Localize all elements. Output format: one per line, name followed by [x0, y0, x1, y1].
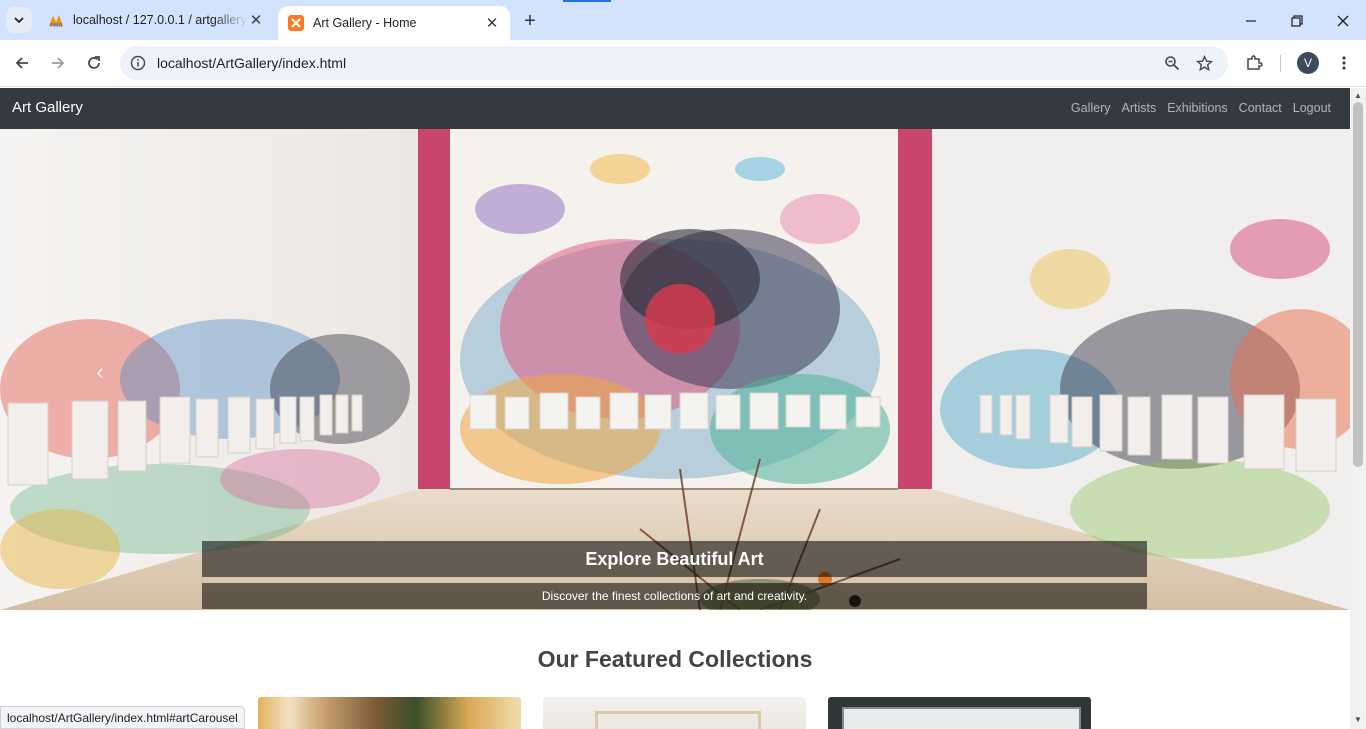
- close-icon: [1337, 15, 1349, 27]
- scroll-up-icon[interactable]: ▲: [1354, 91, 1362, 100]
- profile-avatar[interactable]: V: [1297, 52, 1319, 74]
- nav-link-contact[interactable]: Contact: [1239, 101, 1282, 115]
- new-tab-button[interactable]: +: [519, 10, 541, 32]
- minimize-button[interactable]: [1240, 10, 1262, 32]
- arrow-left-icon: [15, 57, 28, 69]
- site-brand[interactable]: Art Gallery: [12, 99, 83, 116]
- art-carousel[interactable]: ‹ Explore Beautiful Art Discover the fin…: [0, 129, 1350, 610]
- tab-search-button[interactable]: [6, 7, 32, 33]
- zoom-icon: [1165, 56, 1180, 71]
- puzzle-icon: [1247, 55, 1263, 70]
- bookmark-button[interactable]: [1192, 51, 1216, 75]
- nav-link-logout[interactable]: Logout: [1293, 101, 1331, 115]
- xampp-icon: [288, 15, 304, 31]
- close-icon[interactable]: ✕: [248, 12, 264, 29]
- page-viewport: Art Gallery Gallery Artists Exhibitions …: [0, 88, 1350, 729]
- carousel-caption-title: Explore Beautiful Art: [202, 541, 1147, 577]
- tab-phpmyadmin[interactable]: PMA localhost / 127.0.0.1 / artgallery ✕: [38, 0, 274, 40]
- site-navbar: Art Gallery Gallery Artists Exhibitions …: [0, 88, 1350, 129]
- reload-icon: [88, 56, 100, 69]
- carousel-prev-button[interactable]: ‹: [88, 357, 112, 387]
- collection-card[interactable]: [258, 697, 521, 729]
- chevron-down-icon: [14, 17, 24, 24]
- carousel-caption-text: Discover the finest collections of art a…: [202, 583, 1147, 609]
- nav-links: Gallery Artists Exhibitions Contact Logo…: [1060, 101, 1331, 115]
- toolbar-divider: [1280, 55, 1281, 72]
- browser-menu-button[interactable]: [1332, 51, 1356, 75]
- forward-button[interactable]: [46, 51, 70, 75]
- svg-text:PMA: PMA: [50, 23, 63, 28]
- restore-button[interactable]: [1286, 10, 1308, 32]
- zoom-button[interactable]: [1160, 51, 1184, 75]
- chevron-left-icon: ‹: [96, 359, 104, 384]
- tab-title: localhost / 127.0.0.1 / artgallery: [73, 13, 247, 27]
- arrow-right-icon: [52, 57, 65, 69]
- plus-icon: +: [524, 9, 536, 32]
- phpmyadmin-icon: PMA: [49, 15, 63, 28]
- restore-icon: [1291, 15, 1303, 27]
- collection-card[interactable]: [828, 697, 1091, 729]
- tab-art-gallery-home[interactable]: Art Gallery - Home ✕: [278, 6, 510, 40]
- minimize-icon: [1246, 20, 1256, 22]
- nav-link-artists[interactable]: Artists: [1121, 101, 1156, 115]
- tab-title: Art Gallery - Home: [313, 16, 417, 30]
- tab-loading-indicator: [563, 0, 611, 2]
- star-icon: [1195, 54, 1213, 71]
- back-button[interactable]: [10, 51, 34, 75]
- scrollbar-thumb[interactable]: [1353, 102, 1363, 467]
- close-icon[interactable]: ✕: [484, 15, 500, 32]
- close-window-button[interactable]: [1332, 10, 1354, 32]
- featured-collections-title: Our Featured Collections: [537, 646, 813, 672]
- nav-link-exhibitions[interactable]: Exhibitions: [1167, 101, 1227, 115]
- more-vertical-icon: [1342, 56, 1346, 70]
- url-text[interactable]: localhost/ArtGallery/index.html: [157, 55, 346, 71]
- site-info-icon[interactable]: [130, 55, 146, 71]
- page-scrollbar[interactable]: ▲ ▼: [1350, 88, 1366, 729]
- nav-link-gallery[interactable]: Gallery: [1071, 101, 1111, 115]
- reload-button[interactable]: [82, 51, 106, 75]
- status-bar-url: localhost/ArtGallery/index.html#artCarou…: [0, 706, 245, 729]
- scroll-down-icon[interactable]: ▼: [1354, 715, 1362, 724]
- extensions-button[interactable]: [1242, 51, 1266, 75]
- browser-tab-strip: PMA localhost / 127.0.0.1 / artgallery ✕…: [0, 0, 1366, 40]
- address-bar[interactable]: localhost/ArtGallery/index.html: [120, 46, 1228, 80]
- collection-card[interactable]: [543, 697, 806, 729]
- gallery-room-image: [0, 129, 1350, 610]
- browser-toolbar: localhost/ArtGallery/index.html V: [0, 40, 1366, 87]
